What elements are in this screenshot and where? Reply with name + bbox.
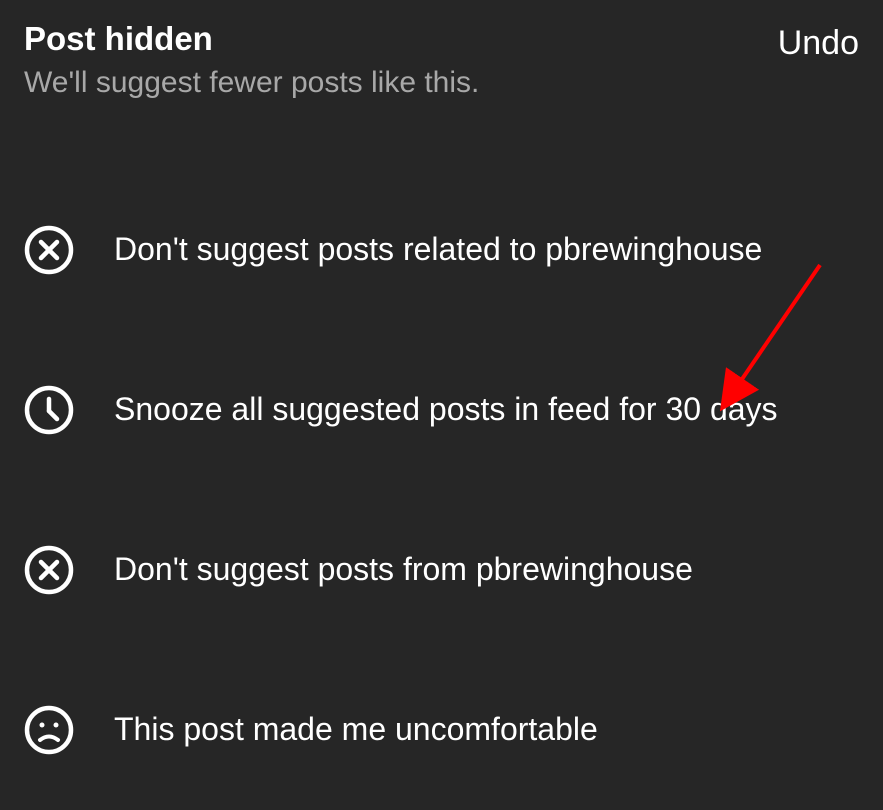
x-circle-icon: [24, 225, 74, 275]
option-label: Don't suggest posts related to pbrewingh…: [114, 229, 762, 271]
options-list: Don't suggest posts related to pbrewingh…: [24, 170, 859, 810]
option-label: Don't suggest posts from pbrewinghouse: [114, 549, 693, 591]
x-circle-icon: [24, 545, 74, 595]
option-dont-suggest-related[interactable]: Don't suggest posts related to pbrewingh…: [24, 170, 859, 330]
sad-face-icon: [24, 705, 74, 755]
header-section: Post hidden We'll suggest fewer posts li…: [24, 20, 859, 100]
option-label: Snooze all suggested posts in feed for 3…: [114, 389, 778, 431]
post-hidden-subtitle: We'll suggest fewer posts like this.: [24, 66, 479, 100]
header-text: Post hidden We'll suggest fewer posts li…: [24, 20, 479, 100]
option-dont-suggest-from[interactable]: Don't suggest posts from pbrewinghouse: [24, 490, 859, 650]
post-hidden-title: Post hidden: [24, 20, 479, 58]
clock-icon: [24, 385, 74, 435]
option-uncomfortable[interactable]: This post made me uncomfortable: [24, 650, 859, 810]
option-snooze-suggested[interactable]: Snooze all suggested posts in feed for 3…: [24, 330, 859, 490]
undo-button[interactable]: Undo: [778, 20, 859, 63]
option-label: This post made me uncomfortable: [114, 709, 598, 751]
